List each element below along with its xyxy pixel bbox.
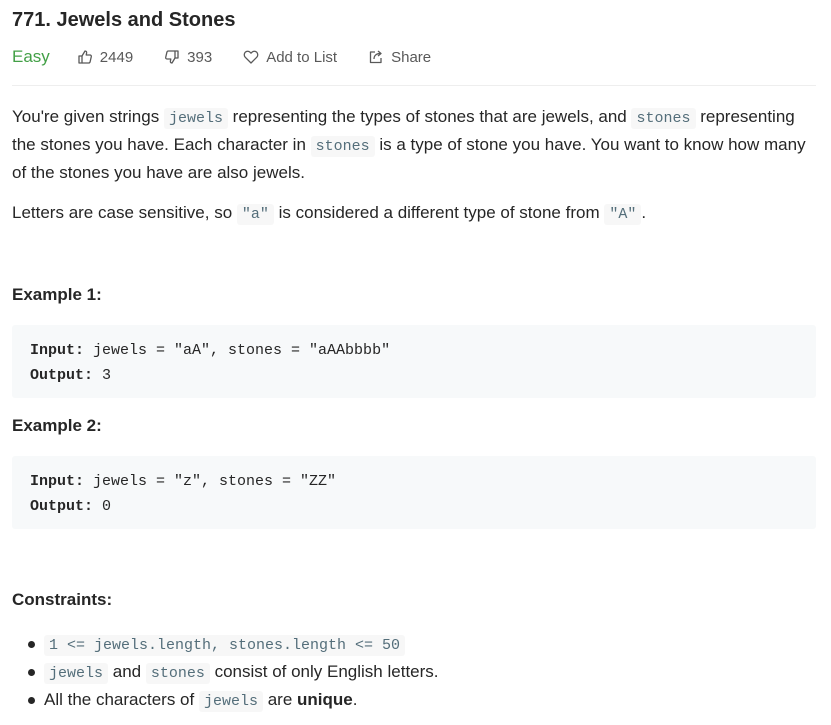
example-1-block: Input: jewels = "aA", stones = "aAAbbbb"…: [12, 325, 816, 398]
problem-statement: You're given strings jewels representing…: [12, 104, 816, 225]
divider: [12, 85, 816, 86]
thumbs-down-icon: [165, 50, 179, 64]
text: .: [641, 203, 647, 222]
text: representing the types of stones that ar…: [227, 107, 632, 126]
output-label: Output:: [30, 367, 94, 384]
inline-code-stones: stones: [631, 108, 696, 129]
description-paragraph-1: You're given strings jewels representing…: [12, 104, 816, 186]
dislike-count: 393: [187, 48, 213, 66]
example-1-output: Output: 3: [30, 363, 798, 388]
example-1-heading: Example 1:: [12, 285, 102, 304]
input-value: jewels = "aA", stones = "aAAbbbb": [84, 342, 391, 359]
text: are: [262, 690, 298, 709]
like-count: 2449: [99, 48, 134, 66]
output-label: Output:: [30, 498, 94, 515]
inline-code-a-upper: "A": [604, 204, 642, 225]
constraint-item: All the characters of jewels are unique.: [28, 687, 439, 715]
heart-icon: [243, 50, 259, 64]
constraint-item: jewels and stones consist of only Englis…: [28, 659, 439, 687]
inline-code-jewels: jewels: [44, 663, 109, 684]
share-icon: [369, 50, 382, 64]
example-1-input: Input: jewels = "aA", stones = "aAAbbbb": [30, 338, 798, 363]
inline-code-a-lower: "a": [236, 204, 274, 225]
example-2-input: Input: jewels = "z", stones = "ZZ": [30, 469, 798, 494]
inline-code-stones: stones: [310, 136, 375, 157]
share-button[interactable]: Share: [368, 49, 431, 66]
text: Letters are case sensitive, so: [12, 203, 237, 222]
difficulty-label: Easy: [12, 47, 50, 66]
inline-code-stones: stones: [145, 663, 210, 684]
like-button[interactable]: 2449: [77, 49, 133, 66]
problem-description: 771. Jewels and Stones Easy 2449 393 Add…: [0, 0, 831, 725]
example-2-output: Output: 0: [30, 494, 798, 519]
add-to-list-label: Add to List: [266, 48, 338, 66]
thumbs-up-icon: [78, 50, 92, 64]
example-2-heading: Example 2:: [12, 416, 102, 435]
example-2-block: Input: jewels = "z", stones = "ZZ" Outpu…: [12, 456, 816, 529]
input-label: Input:: [30, 473, 85, 490]
text: consist of only English letters.: [209, 662, 439, 681]
bold-text: unique: [297, 690, 353, 709]
constraints-list: 1 <= jewels.length, stones.length <= 50 …: [28, 631, 439, 715]
problem-meta-bar: Easy 2449 393 Add to List Share: [12, 46, 431, 68]
text: and: [108, 662, 146, 681]
output-value: 0: [93, 498, 112, 515]
constraints-heading: Constraints:: [12, 590, 113, 609]
inline-code-jewels: jewels: [163, 108, 228, 129]
text: All the characters of: [44, 690, 199, 709]
text: You're given strings: [12, 107, 164, 126]
problem-title: 771. Jewels and Stones: [12, 9, 236, 31]
add-to-list-button[interactable]: Add to List: [243, 49, 337, 66]
inline-code-jewels: jewels: [198, 691, 263, 712]
text: is considered a different type of stone …: [273, 203, 605, 222]
text: .: [352, 690, 358, 709]
constraint-code: 1 <= jewels.length, stones.length <= 50: [44, 635, 406, 656]
constraint-item: 1 <= jewels.length, stones.length <= 50: [28, 631, 439, 659]
description-paragraph-2: Letters are case sensitive, so "a" is co…: [12, 200, 646, 228]
output-value: 3: [93, 367, 112, 384]
share-label: Share: [391, 48, 432, 66]
dislike-button[interactable]: 393: [164, 49, 212, 66]
input-value: jewels = "z", stones = "ZZ": [84, 473, 337, 490]
input-label: Input:: [30, 342, 85, 359]
